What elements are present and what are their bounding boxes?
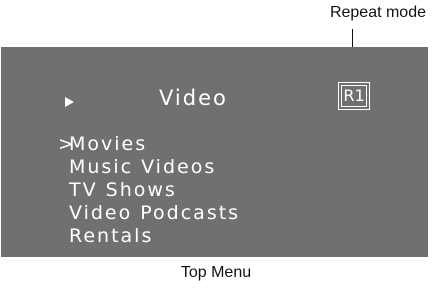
menu-item-label: Music Videos <box>69 156 217 178</box>
menu-item-video-podcasts[interactable]: Video Podcasts <box>58 202 240 225</box>
screen-title: Video <box>159 86 228 110</box>
menu-item-label: TV Shows <box>69 179 177 201</box>
menu-item-label: Video Podcasts <box>69 202 241 224</box>
menu-item-rentals[interactable]: Rentals <box>58 225 240 248</box>
menu-item-tv-shows[interactable]: TV Shows <box>58 179 240 202</box>
top-menu-list: > Movies Music Videos TV Shows Video Pod… <box>58 133 240 248</box>
repeat-mode-value: R1 <box>341 85 367 107</box>
selection-cursor-icon: > <box>58 133 74 155</box>
repeat-mode-callout-label: Repeat mode <box>329 4 426 21</box>
menu-item-label: Rentals <box>69 225 154 247</box>
menu-item-label: Movies <box>69 133 148 155</box>
figure-caption: Top Menu <box>180 264 252 281</box>
menu-item-movies[interactable]: > Movies <box>58 133 240 156</box>
repeat-mode-indicator: R1 <box>338 82 370 110</box>
video-menu-screen: Video R1 > Movies Music Videos TV Shows … <box>1 47 428 257</box>
menu-item-music-videos[interactable]: Music Videos <box>58 156 240 179</box>
play-triangle-icon <box>65 97 74 107</box>
